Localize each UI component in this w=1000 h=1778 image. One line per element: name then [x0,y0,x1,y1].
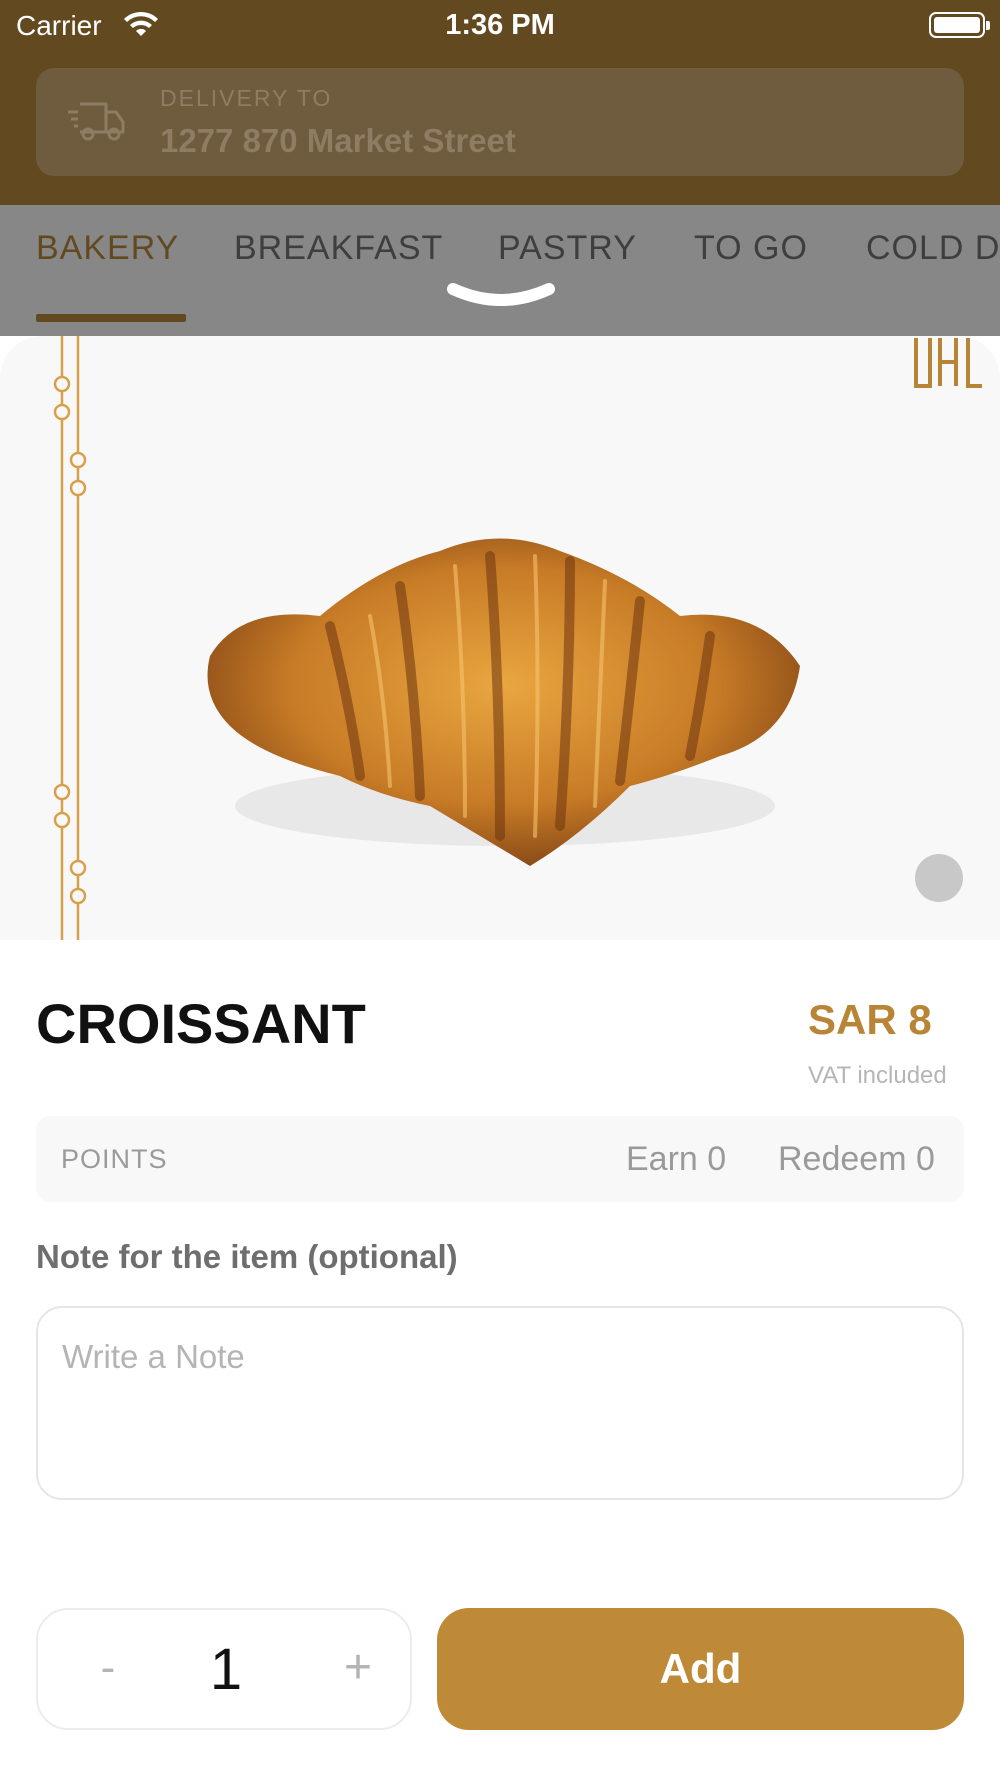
note-label: Note for the item (optional) [36,1238,458,1275]
points-label: POINTS [61,1144,168,1174]
status-bar: Carrier 1:36 PM [0,0,1000,50]
carousel-page-indicator[interactable] [915,854,963,902]
quantity-stepper: - 1 + [36,1608,412,1730]
note-input[interactable] [36,1306,964,1500]
battery-icon [929,12,990,38]
delivery-label: DELIVERY TO [160,85,333,111]
category-tabs: BAKERY BREAKFAST PASTRY TO GO COLD D [0,205,1000,336]
tab-to-go[interactable]: TO GO [694,229,808,268]
product-detail-sheet: CROISSANT SAR 8 VAT included POINTS Earn… [0,336,1000,1778]
quantity-value: 1 [209,1637,243,1702]
vat-note: VAT included [808,1062,947,1089]
top-bar: Carrier 1:36 PM DELIVERY TO 1277 870 Mar… [0,0,1000,205]
delivery-address-selector[interactable]: DELIVERY TO 1277 870 Market Street [36,68,964,176]
points-panel: POINTS Earn 0 Redeem 0 [36,1116,964,1202]
points-redeem: Redeem 0 [778,1140,935,1178]
tab-pastry[interactable]: PASTRY [498,229,637,268]
increase-quantity-button[interactable]: + [328,1638,388,1698]
add-to-cart-button[interactable]: Add [437,1608,964,1730]
product-name: CROISSANT [36,992,366,1055]
product-image-carousel[interactable] [0,336,1000,940]
delivery-address: 1277 870 Market Street [160,122,516,159]
product-price: SAR 8 [808,996,932,1043]
sheet-grabber-icon[interactable] [445,281,557,307]
decrease-quantity-button[interactable]: - [78,1638,138,1698]
tab-cold-drinks[interactable]: COLD D [866,229,1000,268]
decorative-line-pattern [53,336,87,940]
tab-bakery[interactable]: BAKERY [36,229,179,268]
delivery-truck-icon [68,102,125,141]
clock: 1:36 PM [445,9,555,41]
croissant-image [207,538,800,866]
active-tab-indicator [36,314,186,322]
tab-breakfast[interactable]: BREAKFAST [234,229,443,268]
brand-logo [914,338,982,388]
points-earn: Earn 0 [626,1140,727,1178]
